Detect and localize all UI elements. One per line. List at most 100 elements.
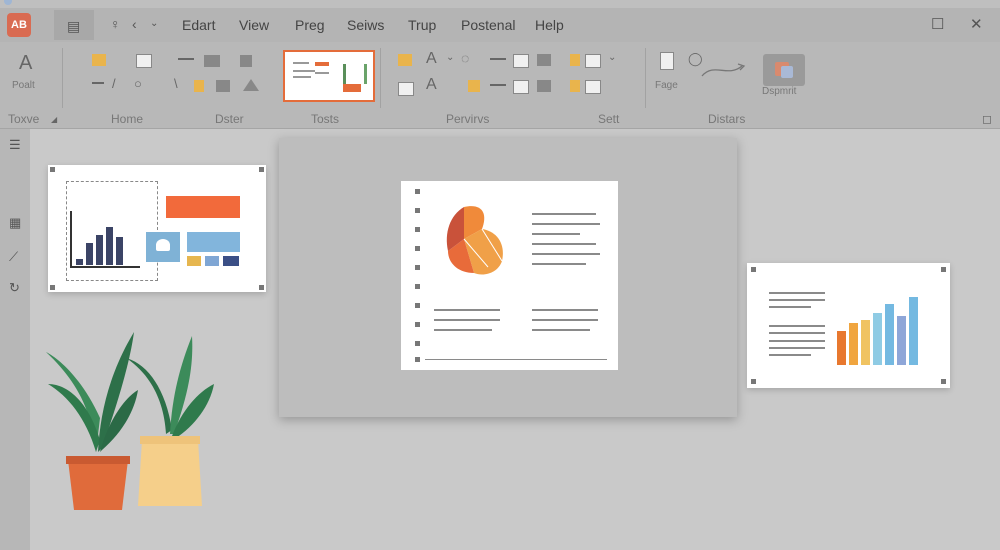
bar-mark: [897, 316, 906, 365]
text-line: [532, 329, 590, 331]
diagram-icon-back: [781, 66, 793, 78]
group-label-distars: Distars: [708, 112, 746, 126]
page-icon[interactable]: [398, 82, 414, 96]
menu-seiws[interactable]: Seiws: [347, 17, 384, 33]
redo-icon[interactable]: ‹: [132, 16, 137, 32]
text-line: [434, 329, 492, 331]
grid-icon[interactable]: [537, 54, 551, 66]
text-effect-icon[interactable]: A: [426, 76, 437, 94]
dialog-launcher-icon[interactable]: ◢: [51, 115, 57, 124]
arrange-icon[interactable]: [537, 80, 551, 92]
table-icon[interactable]: [513, 80, 529, 94]
footer-line: [425, 359, 607, 360]
text-line: [532, 233, 580, 235]
chevron-down-icon[interactable]: ⌄: [446, 52, 454, 63]
paragraph-icon[interactable]: [490, 58, 506, 60]
close-icon[interactable]: ✕: [970, 15, 983, 33]
menu-trup[interactable]: Trup: [408, 17, 436, 33]
text-line: [769, 306, 811, 308]
circle-icon[interactable]: ○: [134, 76, 142, 91]
diagram-button[interactable]: [763, 54, 805, 86]
resize-handle[interactable]: [415, 227, 420, 232]
menu-help[interactable]: Help: [535, 17, 564, 33]
border-icon[interactable]: [585, 80, 601, 94]
shape-icon[interactable]: [240, 55, 252, 67]
triangle-icon[interactable]: [243, 79, 259, 91]
clear-icon[interactable]: ◌: [461, 50, 469, 66]
restore-icon[interactable]: ☐: [931, 15, 944, 33]
resize-handle[interactable]: [415, 208, 420, 213]
quick-access-dropdown-icon[interactable]: ⌄: [150, 18, 158, 29]
box-icon[interactable]: [204, 55, 220, 67]
bar-mark: [837, 331, 846, 365]
resize-handle[interactable]: [941, 379, 946, 384]
slide-card-right[interactable]: [747, 263, 950, 388]
slides-panel-icon[interactable]: ☰: [9, 137, 21, 153]
resize-handle[interactable]: [415, 284, 420, 289]
resize-handle[interactable]: [415, 265, 420, 270]
resize-handle[interactable]: [415, 322, 420, 327]
text-line: [769, 354, 811, 356]
line-tool-icon[interactable]: \: [174, 76, 178, 91]
group-label-pervirvs: Pervirvs: [446, 112, 490, 126]
undo-icon[interactable]: ♀: [110, 16, 121, 32]
chart-axis: [70, 211, 72, 266]
font-button-label[interactable]: Poalt: [12, 80, 35, 91]
resize-handle[interactable]: [259, 285, 264, 290]
document-icon[interactable]: [660, 52, 674, 70]
menu-preg[interactable]: Preg: [295, 17, 325, 33]
spacing-icon[interactable]: [490, 84, 506, 86]
resize-handle[interactable]: [50, 285, 55, 290]
rotate-icon[interactable]: ↻: [9, 280, 20, 296]
resize-handle[interactable]: [415, 189, 420, 194]
text-icon[interactable]: A: [426, 50, 437, 68]
group-label-toxve: Toxve: [8, 112, 40, 126]
page-button-label[interactable]: Fage: [655, 80, 678, 91]
bar-mark: [86, 243, 93, 265]
layout-thumbnail-button[interactable]: [283, 50, 375, 102]
new-slide-icon[interactable]: [136, 54, 152, 68]
menu-view[interactable]: View: [239, 17, 269, 33]
resize-handle[interactable]: [751, 267, 756, 272]
pen-icon[interactable]: /: [112, 76, 116, 91]
paste-icon[interactable]: [92, 54, 106, 66]
menu-bar: AB ▤ ♀ ‹ ⌄ Edart View Preg Seiws Trup Po…: [0, 8, 1000, 42]
resize-handle[interactable]: [50, 167, 55, 172]
diagram-button-label[interactable]: Dspmrit: [762, 86, 796, 97]
chevron-down-icon[interactable]: ⌄: [608, 52, 616, 63]
slide-card-left[interactable]: [48, 165, 266, 292]
resize-handle[interactable]: [415, 246, 420, 251]
resize-handle[interactable]: [415, 341, 420, 346]
menu-edart[interactable]: Edart: [182, 17, 215, 33]
app-logo-icon[interactable]: AB: [7, 13, 31, 37]
menu-postenal[interactable]: Postenal: [461, 17, 515, 33]
resize-handle[interactable]: [415, 303, 420, 308]
outline-icon[interactable]: [585, 54, 601, 68]
list-icon[interactable]: [92, 82, 104, 84]
save-button[interactable]: ▤: [54, 10, 94, 40]
resize-handle[interactable]: [415, 357, 420, 362]
effects-icon[interactable]: [570, 80, 580, 92]
resize-handle[interactable]: [751, 379, 756, 384]
image-icon[interactable]: [398, 54, 412, 66]
align-icon[interactable]: [178, 58, 194, 60]
ribbon-collapse-icon[interactable]: ◻: [982, 112, 992, 126]
main-slide[interactable]: [401, 181, 618, 370]
text-line: [769, 340, 825, 342]
resize-handle[interactable]: [941, 267, 946, 272]
color-swatch: [187, 256, 201, 266]
frame-icon[interactable]: [513, 54, 529, 68]
text-line: [532, 253, 600, 255]
highlight-icon[interactable]: [194, 80, 204, 92]
draw-icon[interactable]: ⟋: [9, 249, 18, 265]
text-line: [532, 213, 596, 215]
style-icon[interactable]: [468, 80, 480, 92]
color-swatch: [205, 256, 219, 266]
group-label-sett: Sett: [598, 112, 620, 126]
resize-handle[interactable]: [259, 167, 264, 172]
connector-arrows-icon[interactable]: [700, 58, 754, 80]
fill-icon[interactable]: [216, 80, 230, 92]
color-fill-icon[interactable]: [570, 54, 580, 66]
layout-icon[interactable]: ▦: [9, 215, 21, 231]
text-line: [532, 319, 598, 321]
